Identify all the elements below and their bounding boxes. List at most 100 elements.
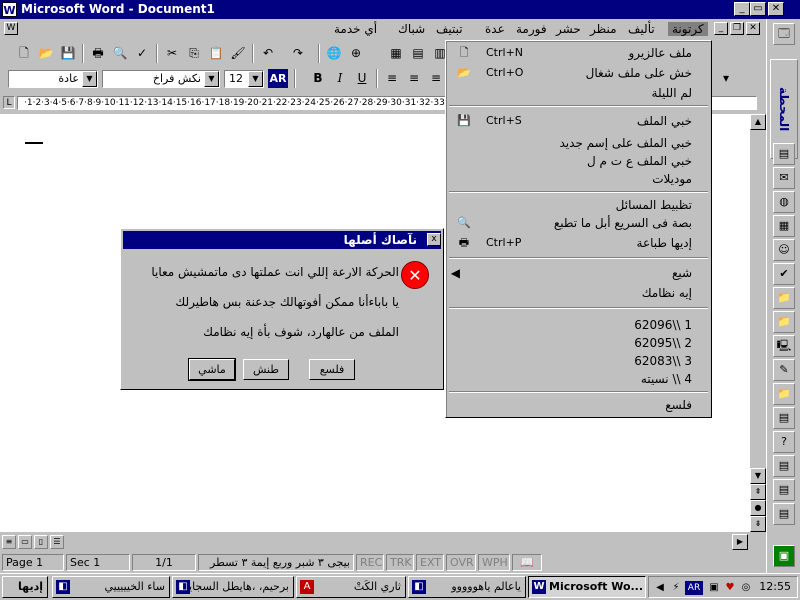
save-disk-icon[interactable]: 💾 — [58, 44, 78, 63]
ok-button[interactable]: ماشي — [188, 358, 236, 381]
menu-item-send-to[interactable]: شيع ◀ — [448, 263, 710, 283]
minimize-button[interactable]: _ — [734, 2, 750, 16]
scroll-down-icon[interactable]: ▼ — [750, 468, 766, 484]
tab-stop-selector[interactable]: L — [3, 96, 15, 109]
menu-item-save[interactable]: خبي الملف Ctrl+S 💾 — [448, 111, 710, 131]
taskbar-item[interactable]: ◧ ياعالم ياهووووو — [408, 576, 526, 598]
office-task-icon[interactable]: ✔ — [773, 263, 795, 285]
doc-icon[interactable]: W — [4, 22, 18, 35]
office-folder-icon[interactable]: 📁 — [773, 311, 795, 333]
word-app-icon[interactable]: W — [2, 2, 17, 17]
web-layout-icon[interactable]: ▭ — [18, 535, 32, 549]
redo-icon[interactable]: ↷ — [288, 44, 308, 63]
print-icon[interactable]: 🖶 — [88, 44, 108, 63]
taskbar-item-word[interactable]: W Microsoft Wo... — [528, 576, 646, 598]
menu-item-open[interactable]: خش على ملف شغال Ctrl+O 📂 — [448, 63, 710, 83]
office-green-icon[interactable]: ▣ — [773, 545, 795, 567]
recent-file-4[interactable]: 4 \\ نسيته — [448, 369, 710, 389]
menu-item-new[interactable]: ملف عالزيرو Ctrl+N 🗋 — [448, 43, 710, 63]
exit-button[interactable]: فلسع — [309, 359, 355, 380]
status-wph[interactable]: WPH — [478, 554, 510, 571]
menu-ay-khedma[interactable]: أي خدمة — [334, 22, 377, 36]
office-globe-icon[interactable]: ◍ — [773, 191, 795, 213]
menu-edda[interactable]: عدة — [485, 22, 505, 36]
doc-restore-button[interactable]: ❐ — [730, 22, 744, 35]
office-calendar-icon[interactable]: ▦ — [773, 215, 795, 237]
menu-item-page-setup[interactable]: تظبيط المسائل — [448, 195, 710, 215]
language-ar-button[interactable]: AR — [268, 69, 288, 88]
style-combo[interactable]: عادة ▼ — [8, 70, 98, 88]
underline-button[interactable]: U — [352, 69, 372, 88]
office-mail-icon[interactable]: ✉ — [773, 167, 795, 189]
chevron-down-icon[interactable]: ▼ — [248, 71, 263, 87]
menu-item-close[interactable]: لم الليلة — [448, 83, 710, 103]
align-center-icon[interactable]: ≡ — [404, 69, 424, 88]
menu-kartona[interactable]: كرتونة — [668, 22, 708, 36]
office-help-icon[interactable]: ? — [773, 431, 795, 453]
chevron-down-icon[interactable]: ▾ — [716, 69, 736, 88]
spelling-icon[interactable]: ✓ — [132, 44, 152, 63]
dialog-close-icon[interactable]: x — [427, 233, 441, 246]
ignore-button[interactable]: طنش — [243, 359, 289, 380]
menu-item-exit[interactable]: فلسع — [448, 395, 710, 415]
menu-item-save-as[interactable]: خبي الملف على إسم جديد — [448, 133, 710, 153]
antivirus-icon[interactable]: ♥ — [723, 581, 737, 595]
menu-tabteef[interactable]: تبتيف — [436, 22, 463, 36]
recent-file-2[interactable]: 2 \\62095 — [448, 333, 710, 353]
copy-icon[interactable]: ⎘ — [184, 44, 204, 63]
size-combo[interactable]: 12 ▼ — [224, 70, 264, 88]
office-doc-icon[interactable]: ▤ — [773, 407, 795, 429]
menu-item-properties[interactable]: إيه نظامك — [448, 283, 710, 303]
vertical-scrollbar[interactable]: ▲ ▼ ⇞ ● ⇟ — [750, 114, 766, 532]
doc-close-button[interactable]: ✕ — [746, 22, 760, 35]
office-doc-icon[interactable]: ▤ — [773, 503, 795, 525]
office-folder-icon[interactable]: 📁 — [773, 383, 795, 405]
scroll-right-icon[interactable]: ▶ — [732, 534, 748, 550]
language-indicator[interactable]: AR — [685, 581, 703, 595]
undo-icon[interactable]: ↶ — [258, 44, 278, 63]
normal-view-icon[interactable]: ≡ — [2, 535, 16, 549]
scroll-up-icon[interactable]: ▲ — [750, 114, 766, 130]
select-browse-object-icon[interactable]: ● — [750, 500, 766, 516]
recent-file-1[interactable]: 1 \\62096 — [448, 315, 710, 335]
menu-item-print[interactable]: إديها طباعة Ctrl+P 🖶 — [448, 233, 710, 253]
office-contacts-icon[interactable]: ☺ — [773, 239, 795, 261]
outline-view-icon[interactable]: ☰ — [50, 535, 64, 549]
menu-taleef[interactable]: تأليف — [628, 22, 655, 36]
chevron-down-icon[interactable]: ▼ — [204, 71, 219, 87]
office-note-icon[interactable]: ✎ — [773, 359, 795, 381]
sound-icon[interactable]: ◀ — [653, 581, 667, 595]
font-combo[interactable]: نكش فراخ ▼ — [102, 70, 220, 88]
network-icon[interactable]: ⚡ — [669, 581, 683, 595]
insert-table-icon[interactable]: ▤ — [408, 44, 428, 63]
status-ovr[interactable]: OVR — [446, 554, 476, 571]
status-ext[interactable]: EXT — [416, 554, 444, 571]
prev-page-icon[interactable]: ⇞ — [750, 484, 766, 500]
status-rec[interactable]: REC — [356, 554, 384, 571]
menu-shebbak[interactable]: شباك — [398, 22, 425, 36]
maximize-button[interactable]: ▭ — [750, 2, 766, 16]
align-left-icon[interactable]: ≡ — [382, 69, 402, 88]
tray-app-icon[interactable]: ◎ — [739, 581, 753, 595]
menu-hashr[interactable]: حشر — [556, 22, 581, 36]
hyperlink-icon[interactable]: 🌐 — [324, 44, 344, 63]
status-trk[interactable]: TRK — [386, 554, 414, 571]
menu-item-print-preview[interactable]: بصة فى السريع أبل ما تطبع 🔍 — [448, 213, 710, 233]
italic-button[interactable]: I — [330, 69, 350, 88]
new-doc-icon[interactable]: 🗋 — [14, 44, 34, 63]
chevron-down-icon[interactable]: ▼ — [82, 71, 97, 87]
web-toolbar-icon[interactable]: ⊕ — [346, 44, 366, 63]
bold-button[interactable]: B — [308, 69, 328, 88]
next-page-icon[interactable]: ⇟ — [750, 516, 766, 532]
paste-icon[interactable]: 📋 — [206, 44, 226, 63]
taskbar-item[interactable]: ◧ ساء الخيييييي — [52, 576, 170, 598]
align-right-icon[interactable]: ≡ — [426, 69, 446, 88]
format-painter-icon[interactable]: 🖌 — [228, 44, 248, 63]
menu-item-versions[interactable]: موديلات — [448, 169, 710, 189]
tables-icon[interactable]: ▦ — [386, 44, 406, 63]
menu-item-save-html[interactable]: خبي الملف ع ت م ل — [448, 151, 710, 171]
print-preview-icon[interactable]: 🔍 — [110, 44, 130, 63]
monitor-icon[interactable]: ▣ — [707, 581, 721, 595]
taskbar-item[interactable]: A ثاري الكَتْ — [296, 576, 406, 598]
open-folder-icon[interactable]: 📂 — [36, 44, 56, 63]
